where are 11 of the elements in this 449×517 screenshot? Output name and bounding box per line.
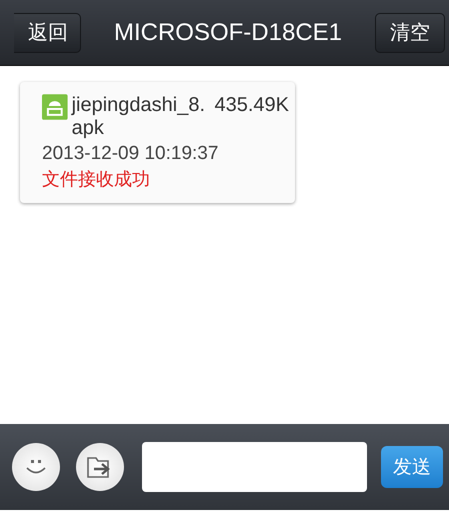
window-title: MICROSOF-D18CE1 bbox=[114, 18, 342, 46]
file-name: jiepingdashi_8.apk bbox=[72, 94, 206, 140]
back-button[interactable]: 返回 bbox=[14, 12, 81, 52]
transfer-status: 文件接收成功 bbox=[42, 168, 151, 191]
apk-file-icon bbox=[42, 94, 68, 120]
emoji-button[interactable] bbox=[12, 443, 60, 491]
send-file-button[interactable] bbox=[76, 443, 124, 491]
clear-button[interactable]: 清空 bbox=[374, 12, 445, 52]
file-size: 435.49K bbox=[214, 94, 289, 117]
message-input[interactable] bbox=[142, 442, 368, 492]
message-time: 2013-12-09 10:19:37 bbox=[42, 143, 220, 165]
